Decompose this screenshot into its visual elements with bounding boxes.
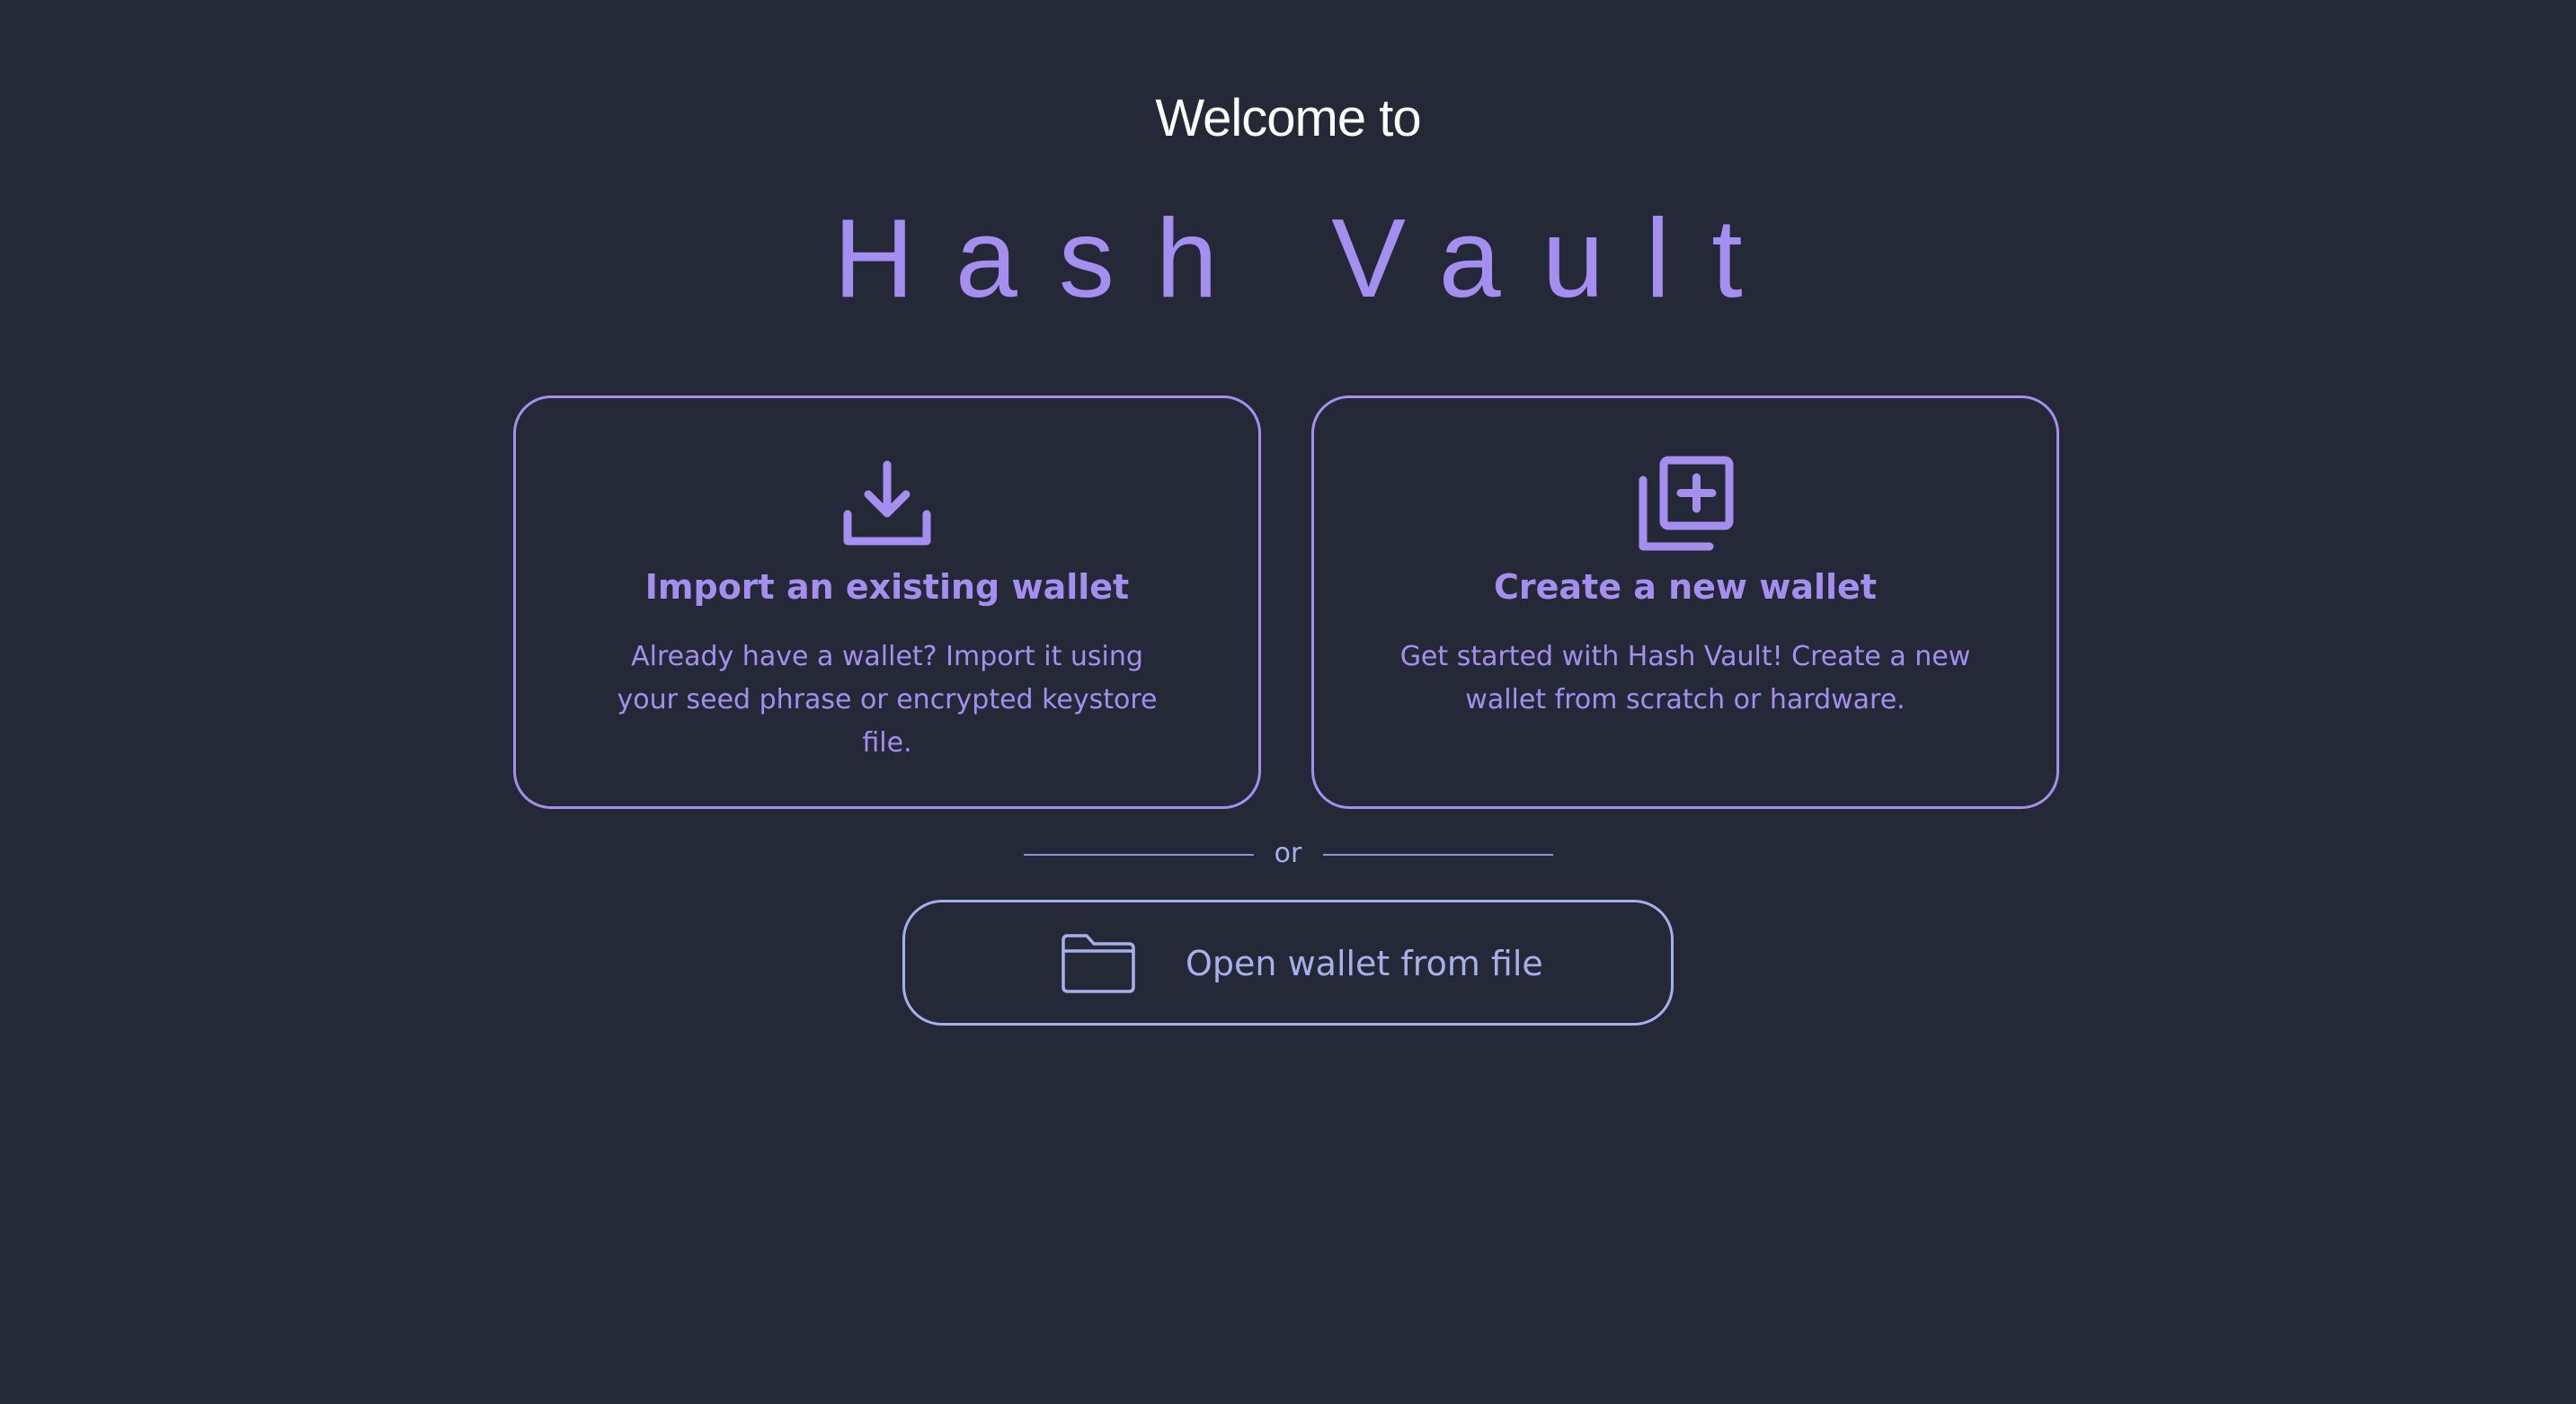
import-wallet-title: Import an existing wallet xyxy=(644,567,1130,607)
welcome-heading: Welcome to xyxy=(1155,89,1421,147)
separator-line-right xyxy=(1323,854,1553,856)
create-wallet-title: Create a new wallet xyxy=(1494,567,1877,607)
download-icon xyxy=(839,456,936,553)
import-wallet-card[interactable]: Import an existing wallet Already have a… xyxy=(513,395,1261,809)
add-copy-icon xyxy=(1637,456,1734,553)
open-wallet-file-label: Open wallet from file xyxy=(1186,944,1543,983)
folder-icon xyxy=(1060,932,1137,995)
separator-text: or xyxy=(1274,838,1302,869)
open-wallet-file-button[interactable]: Open wallet from file xyxy=(902,900,1674,1026)
import-wallet-description: Already have a wallet? Import it using y… xyxy=(617,641,1158,759)
separator-line-left xyxy=(1024,854,1254,856)
app-title: Hash Vault xyxy=(833,197,1784,321)
create-wallet-card[interactable]: Create a new wallet Get started with Has… xyxy=(1311,395,2059,809)
create-wallet-description: Get started with Hash Vault! Create a ne… xyxy=(1399,641,1971,715)
